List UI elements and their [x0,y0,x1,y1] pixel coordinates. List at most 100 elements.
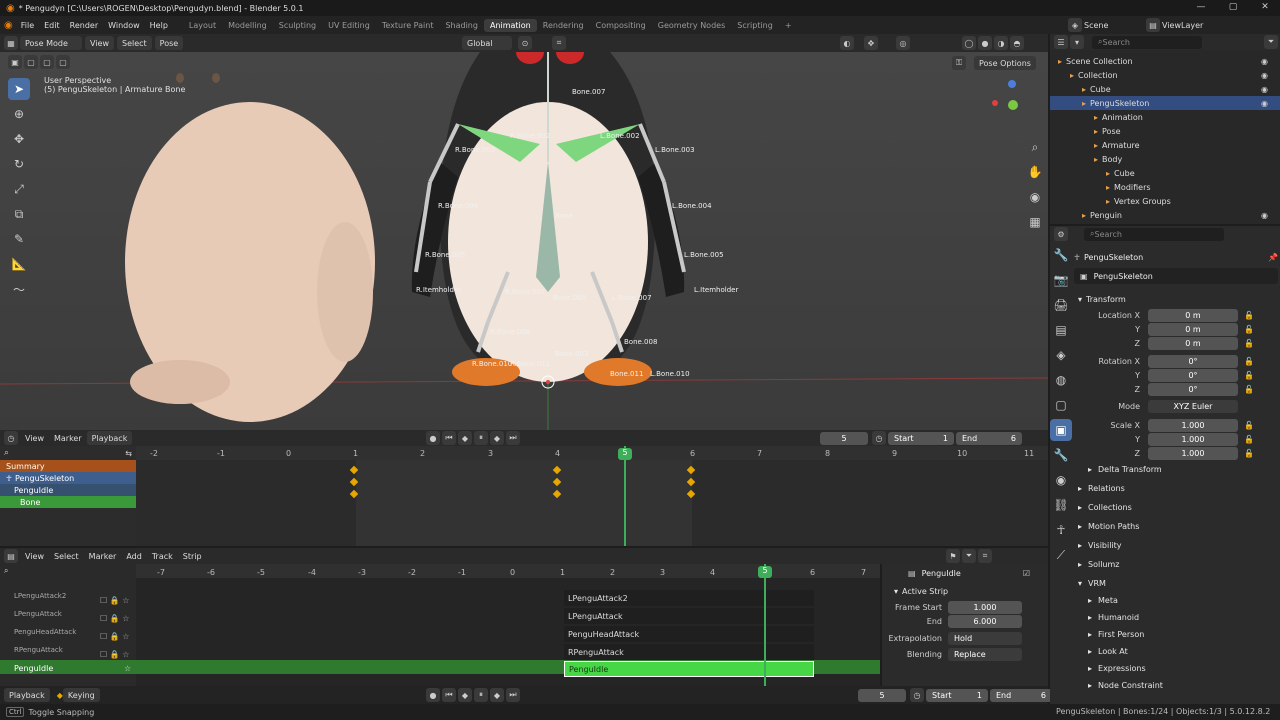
snap-icon[interactable]: ⌗ [552,36,566,50]
dopesheet-area[interactable]: 5 -2 -1 0 1 2 3 4 6 7 8 9 10 11 [0,446,1048,546]
sync-icon[interactable]: ⇆ [125,449,132,458]
lock-icon[interactable]: 🔓 [1244,421,1254,430]
annotate-icon[interactable]: ✎ [8,228,30,250]
tool-tab-icon[interactable]: 🔧 [1050,244,1072,266]
properties-section[interactable]: ▸ Visibility [1074,536,1278,555]
physics-tab-icon[interactable]: ◉ [1050,469,1072,491]
navigation-gizmo[interactable] [992,76,1032,116]
zoom-icon[interactable]: ⌕ [1024,136,1046,158]
outliner-editor-icon[interactable]: ☰ [1054,35,1068,49]
transform-orientation-selector[interactable]: Global [462,36,512,50]
track-lock-icon[interactable]: ☐ 🔒 ☆ [100,610,129,628]
add-workspace-button[interactable]: + [779,19,798,32]
location-z-field[interactable]: 0 m [1148,336,1238,350]
checkbox-icon[interactable]: ☑ [1023,569,1030,578]
keying-menu[interactable]: Keying [62,688,100,702]
rotation-x-field[interactable]: 0° [1148,354,1238,368]
properties-editor-icon[interactable]: ⚙ [1054,227,1068,241]
menu-pose[interactable]: Pose [154,36,184,50]
nla-menu-marker[interactable]: Marker [84,552,122,561]
extrapolation-select[interactable]: Hold [948,631,1022,645]
object-tab-icon[interactable]: ▣ [1050,419,1072,441]
location-x-field[interactable]: 0 m [1148,308,1238,322]
pause-icon[interactable]: ⏸ [474,688,488,702]
menu-window[interactable]: Window [103,21,145,30]
relax-icon[interactable]: 〜 [8,278,30,300]
shading-rendered-icon[interactable]: ◓ [1010,36,1024,50]
nla-strip[interactable]: LPenguAttack2 [564,590,814,606]
lock-icon[interactable]: 🔓 [1244,435,1254,444]
visibility-eye-icon[interactable]: ◉ [1261,211,1268,220]
pan-icon[interactable]: ✋ [1024,161,1046,183]
editor-type-icon[interactable]: ▦ [4,36,18,50]
nla-strip[interactable]: RPenguAttack [564,644,814,660]
properties-section[interactable]: ▸ Relations [1074,479,1278,498]
prev-key-icon[interactable]: ◆ [458,431,472,445]
nla-menu-select[interactable]: Select [49,552,84,561]
outliner-row[interactable]: ▸ Animation [1050,110,1280,124]
tab-uv-editing[interactable]: UV Editing [322,19,376,32]
frame-end-field[interactable]: 6.000 [948,614,1022,628]
mode-selector[interactable]: Pose Mode [20,36,82,50]
nla-menu-add[interactable]: Add [121,552,147,561]
select-invert-icon[interactable]: ▢ [56,55,70,69]
outliner-row[interactable]: ▸ Cube [1050,166,1280,180]
blending-select[interactable]: Replace [948,647,1022,661]
lock-icon[interactable]: 🔓 [1244,325,1254,334]
tab-texture-paint[interactable]: Texture Paint [376,19,440,32]
data-tab-icon[interactable]: ☥ [1050,519,1072,541]
tab-geometry-nodes[interactable]: Geometry Nodes [652,19,731,32]
track-lock-icon[interactable]: ☐ 🔒 ☆ [100,592,129,610]
scale-y-field[interactable]: 1.000 [1148,432,1238,446]
lock-icon[interactable]: 🔓 [1244,371,1254,380]
maximize-button[interactable]: ▢ [1218,2,1248,12]
track-lock-icon[interactable]: ☐ 🔒 ☆ [100,646,129,664]
tab-shading[interactable]: Shading [439,19,484,32]
pivot-icon[interactable]: ⊙ [518,36,532,50]
rotation-z-field[interactable]: 0° [1148,382,1238,396]
nla-track-name[interactable]: PenguHeadAttack [14,628,76,636]
outliner-row[interactable]: ▸ Vertex Groups [1050,194,1280,208]
pose-options-button[interactable]: Pose Options [974,56,1036,70]
star-icon[interactable]: ☆ [124,664,131,673]
properties-section[interactable]: ▸ Motion Paths [1074,517,1278,536]
select-new-icon[interactable]: ▣ [8,55,22,69]
tab-rendering[interactable]: Rendering [537,19,590,32]
shading-wire-icon[interactable]: ◯ [962,36,976,50]
menu-render[interactable]: Render [65,21,103,30]
location-y-field[interactable]: 0 m [1148,322,1238,336]
next-key-icon[interactable]: ◆ [490,431,504,445]
scale-z-field[interactable]: 1.000 [1148,446,1238,460]
vrm-item[interactable]: ▸ Node Constraint [1074,677,1278,694]
rotate-icon[interactable]: ↻ [8,153,30,175]
camera-icon[interactable]: ◉ [1024,186,1046,208]
gizmo-icon[interactable]: ✥ [864,36,878,50]
visibility-eye-icon[interactable]: ◉ [1261,99,1268,108]
outliner-row[interactable]: ▸ Cube ◉ [1050,82,1280,96]
shading-material-icon[interactable]: ◑ [994,36,1008,50]
lock-icon[interactable]: 🔓 [1244,357,1254,366]
ds-search[interactable]: ⌕ ⇆ [0,446,136,460]
channel-bone[interactable]: Bone [0,496,136,508]
scale-x-field[interactable]: 1.000 [1148,418,1238,432]
filter-icon[interactable]: ⏷ [1264,35,1278,49]
playback-menu[interactable]: Playback [4,688,50,702]
outliner-row[interactable]: ▸ Armature [1050,138,1280,152]
nla-strip[interactable]: PenguHeadAttack [564,626,814,642]
nla-track-name[interactable]: RPenguAttack [14,646,63,654]
outliner-row[interactable]: ▸ PenguSkeleton ◉ [1050,96,1280,110]
nla-track-name-active[interactable]: PenguIdle [14,664,53,673]
cursor-icon[interactable]: ⊕ [8,103,30,125]
vrm-section[interactable]: ▾ VRM [1074,574,1278,592]
ds-menu-view[interactable]: View [20,434,49,443]
vrm-item[interactable]: ▸ Expressions [1074,660,1278,677]
rotation-mode-select[interactable]: XYZ Euler [1148,399,1238,413]
visibility-eye-icon[interactable]: ◉ [1261,85,1268,94]
grid-icon[interactable]: ▦ [1024,211,1046,233]
visibility-eye-icon[interactable]: ◉ [1261,57,1268,66]
axis-x-icon[interactable] [992,100,998,106]
channel-summary[interactable]: Summary [0,460,136,472]
output-tab-icon[interactable]: 🖨 [1050,294,1072,316]
view-layer-tab-icon[interactable]: ▤ [1050,319,1072,341]
move-icon[interactable]: ✥ [8,128,30,150]
